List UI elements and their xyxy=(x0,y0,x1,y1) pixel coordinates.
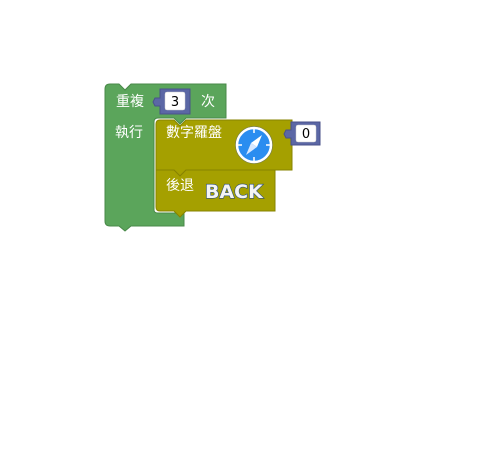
compass-block[interactable]: 數字羅盤 0 xyxy=(155,119,321,177)
workspace-canvas: 重複 3 次 執行 數字羅盤 0 後退 BACK xyxy=(104,83,321,232)
blocks-workspace[interactable]: 重複 3 次 執行 數字羅盤 0 後退 BACK xyxy=(0,0,480,450)
compass-block-label: 數字羅盤 xyxy=(166,125,222,141)
repeat-times-value[interactable]: 3 xyxy=(171,95,179,110)
back-block-label: 後退 xyxy=(166,178,194,194)
back-image-label: BACK xyxy=(205,181,264,203)
repeat-label: 重複 xyxy=(116,93,144,110)
compass-icon[interactable] xyxy=(235,126,273,164)
times-label: 次 xyxy=(201,94,215,110)
do-label: 執行 xyxy=(115,125,143,141)
back-block[interactable]: 後退 BACK xyxy=(155,169,276,218)
compass-value[interactable]: 0 xyxy=(302,127,310,142)
